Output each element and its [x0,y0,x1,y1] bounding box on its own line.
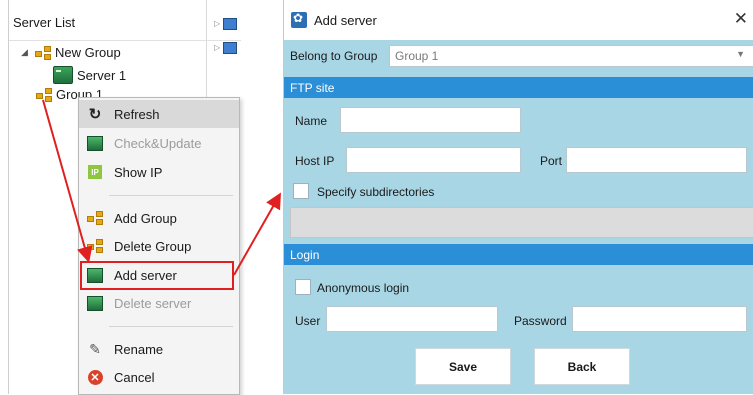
chevron-down-icon: ▼ [736,49,745,59]
ftp-site-header: FTP site [284,77,753,98]
menu-item-check-update[interactable]: Check&Update [79,129,239,157]
menu-label: Rename [114,341,164,357]
back-button[interactable]: Back [534,348,630,385]
menu-item-refresh[interactable]: ↻ Refresh [79,100,239,128]
dialog-title: Add server [314,13,377,28]
tree-item-server-1[interactable]: Server 1 [53,66,126,84]
menu-item-cancel[interactable]: ✕ Cancel [79,363,239,391]
anonymous-login-checkbox[interactable] [295,279,311,295]
user-input[interactable] [326,306,498,332]
group-select-value: Group 1 [395,49,439,63]
port-label: Port [540,154,563,168]
password-input[interactable] [572,306,747,332]
subdirectory-field[interactable] [290,207,753,238]
user-label: User [295,314,321,328]
menu-label: Refresh [114,106,160,122]
port-input[interactable] [566,147,747,173]
server-icon [53,66,73,84]
close-icon[interactable]: ✕ [734,9,748,29]
app-icon [291,11,307,28]
monitor-icon [223,18,237,30]
menu-label: Add Group [114,210,177,226]
menu-item-delete-server[interactable]: Delete server [79,289,239,317]
group-icon [87,210,103,226]
menu-label: Show IP [114,164,163,180]
host-ip-input[interactable] [346,147,521,173]
subdirectories-checkbox[interactable] [293,183,309,199]
server-icon [87,135,103,151]
expand-arrow-icon[interactable]: ▷ [214,19,220,28]
save-button[interactable]: Save [415,348,511,385]
highlight-box [80,261,234,290]
tree-item-label: Server 1 [77,67,127,83]
cancel-icon: ✕ [87,369,103,385]
group-icon [35,45,51,60]
refresh-icon: ↻ [88,106,102,123]
menu-label: Check&Update [114,135,202,151]
pencil-icon: ✎ [89,340,101,357]
subdirectories-label: Specify subdirectories [317,185,435,199]
name-input[interactable] [340,107,521,133]
dialog-titlebar: Add server ✕ [284,0,753,40]
name-label: Name [295,114,328,128]
belong-to-group-label: Belong to Group [290,49,378,63]
menu-label: Delete server [114,295,192,311]
header-divider [9,40,241,41]
expand-arrow-icon[interactable]: ▷ [214,43,220,52]
monitor-icon [223,42,237,54]
group-select[interactable]: Group 1 ▼ [389,45,753,67]
menu-item-add-group[interactable]: Add Group [79,204,239,232]
login-header: Login [284,244,753,265]
password-label: Password [514,314,567,328]
tree-item-new-group[interactable]: ◢ New Group [21,45,121,60]
expand-triangle-icon[interactable]: ◢ [21,47,31,58]
menu-item-delete-group[interactable]: Delete Group [79,232,239,260]
server-list-title: Server List [13,15,76,30]
menu-item-show-ip[interactable]: IP Show IP [79,158,239,186]
add-server-dialog: Add server ✕ Belong to Group Group 1 ▼ F… [283,0,753,394]
menu-label: Cancel [114,369,155,385]
dialog-footer [284,345,753,394]
tree-item-label: New Group [55,45,121,60]
group-icon [87,238,103,254]
menu-item-rename[interactable]: ✎ Rename [79,335,239,363]
context-menu: ↻ Refresh Check&Update IP Show IP Add Gr… [78,97,240,395]
menu-label: Delete Group [114,238,192,254]
menu-separator [109,326,233,327]
anonymous-login-label: Anonymous login [317,281,410,295]
menu-separator [109,195,233,196]
server-icon [87,295,103,311]
ip-icon: IP [87,164,103,180]
group-icon [36,87,52,102]
host-ip-label: Host IP [295,154,335,168]
